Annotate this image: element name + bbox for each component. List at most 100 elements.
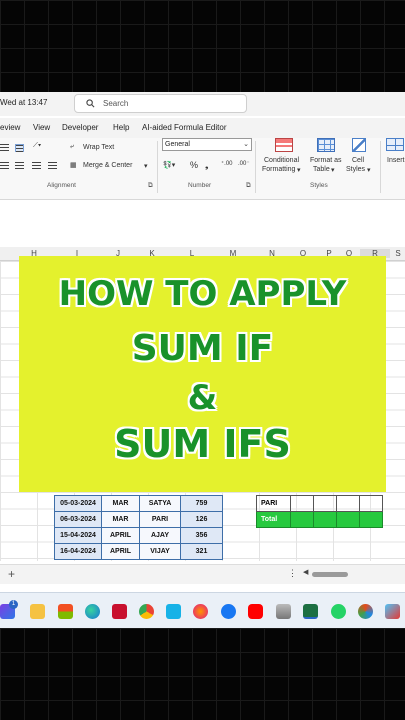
notification-badge: 1 (9, 600, 18, 609)
summary-cell[interactable] (290, 495, 314, 512)
firefox-icon[interactable] (193, 604, 208, 619)
merge-center-button[interactable]: Merge & Center (83, 162, 132, 169)
number-format-select[interactable]: General ⌄ (162, 138, 252, 151)
facebook-icon[interactable] (221, 604, 236, 619)
comma-icon[interactable]: ❟ (205, 160, 209, 171)
cell-name[interactable]: SATYA (139, 495, 181, 512)
chevron-down-icon: ▾ (297, 167, 301, 174)
menu-help[interactable]: Help (113, 123, 129, 132)
cell-amount[interactable]: 126 (180, 511, 223, 528)
menu-review[interactable]: eview (0, 123, 20, 132)
increase-indent-icon[interactable] (48, 162, 57, 170)
whatsapp-icon[interactable] (331, 604, 346, 619)
column-header[interactable]: S (383, 249, 405, 258)
number-group-label: Number (188, 182, 212, 189)
cell-styles-label-2[interactable]: Styles (346, 166, 365, 173)
table-row: Total (256, 511, 383, 528)
format-as-table-label-2[interactable]: Table (313, 166, 330, 173)
menu-ai-formula-editor[interactable]: AI-aided Formula Editor (142, 123, 226, 132)
banner-line-4: SUM IFS (114, 422, 291, 466)
cell-date[interactable]: 15-04-2024 (54, 527, 102, 544)
format-as-table-label-1[interactable]: Format as (310, 157, 342, 164)
snipping-icon[interactable] (358, 604, 373, 619)
menu-view[interactable]: View (33, 123, 50, 132)
decrease-decimal-icon[interactable]: .00⁻ (238, 160, 250, 167)
accounting-format-icon[interactable]: 💱▾ (163, 161, 175, 169)
align-middle-icon[interactable] (15, 144, 24, 152)
conditional-formatting-label-1[interactable]: Conditional (264, 157, 299, 164)
cell-name[interactable]: PARI (139, 511, 181, 528)
cell-styles-icon (352, 138, 366, 152)
windows-taskbar: 1 (0, 592, 405, 628)
menu-developer[interactable]: Developer (62, 123, 98, 132)
number-launcher-icon[interactable]: ⧉ (246, 182, 251, 190)
insert-button[interactable]: Insert (387, 157, 405, 164)
cell-styles-label-1[interactable]: Cell (352, 157, 364, 164)
search-icon (86, 99, 95, 108)
scroll-left-icon[interactable]: ◀ (303, 568, 308, 576)
percent-icon[interactable]: % (190, 160, 198, 170)
edge-icon[interactable] (85, 604, 100, 619)
cell-month[interactable]: MAR (101, 511, 140, 528)
table-row: 05-03-2024 MAR SATYA 759 (54, 495, 223, 512)
photos-icon[interactable] (276, 604, 291, 619)
title-bar: Wed at 13:47 Search (0, 92, 405, 116)
banner-line-3: & (187, 378, 218, 418)
merge-dropdown-icon[interactable]: ▾ (144, 162, 148, 170)
formula-area (0, 202, 405, 248)
more-options-icon[interactable]: ⋮ (288, 568, 297, 579)
excel-icon[interactable] (303, 604, 318, 619)
conditional-formatting-label-2[interactable]: Formatting (262, 166, 295, 173)
store-icon[interactable] (58, 604, 73, 619)
summary-cell[interactable] (359, 511, 383, 528)
decrease-indent-icon[interactable] (32, 162, 41, 170)
cell-amount[interactable]: 321 (180, 543, 223, 560)
increase-decimal-icon[interactable]: ⁺.00 (221, 160, 233, 167)
align-center-icon[interactable] (15, 162, 24, 170)
youtube-icon[interactable] (248, 604, 263, 619)
insert-cells-icon (386, 138, 404, 151)
separator (255, 141, 256, 193)
separator (157, 141, 158, 193)
chrome-icon[interactable] (139, 604, 154, 619)
cell-amount[interactable]: 759 (180, 495, 223, 512)
align-top-icon[interactable] (0, 144, 9, 152)
cell-date[interactable]: 05-03-2024 (54, 495, 102, 512)
summary-cell[interactable] (313, 495, 337, 512)
cell-date[interactable]: 06-03-2024 (54, 511, 102, 528)
summary-cell[interactable] (336, 495, 360, 512)
kodi-icon[interactable] (166, 604, 181, 619)
summary-cell[interactable] (359, 495, 383, 512)
summary-name-cell[interactable]: PARI (256, 495, 291, 512)
align-left-icon[interactable] (0, 162, 9, 170)
mcafee-icon[interactable] (112, 604, 127, 619)
separator (380, 141, 381, 193)
search-box[interactable]: Search (74, 94, 247, 113)
title-banner: HOW TO APPLY SUM IF & SUM IFS (19, 256, 386, 492)
cell-month[interactable]: APRIL (101, 527, 140, 544)
cell-amount[interactable]: 356 (180, 527, 223, 544)
alignment-group-label: Alignment (47, 182, 76, 189)
alignment-launcher-icon[interactable]: ⧉ (148, 182, 153, 190)
app-icon[interactable] (385, 604, 400, 619)
summary-cell[interactable] (290, 511, 314, 528)
chevron-down-icon: ▾ (367, 167, 371, 174)
summary-total-cell[interactable]: Total (256, 511, 291, 528)
orientation-icon[interactable]: ⟋▾ (33, 142, 41, 150)
excel-window: Wed at 13:47 Search eview View Developer… (0, 92, 405, 628)
summary-cell[interactable] (336, 511, 360, 528)
sales-table: 05-03-2024 MAR SATYA 759 06-03-2024 MAR … (54, 495, 223, 560)
cell-month[interactable]: APRIL (101, 543, 140, 560)
cell-date[interactable]: 16-04-2024 (54, 543, 102, 560)
cell-name[interactable]: VIJAY (139, 543, 181, 560)
horizontal-scrollbar[interactable] (312, 572, 348, 577)
add-sheet-icon[interactable]: + (8, 567, 15, 581)
wrap-text-button[interactable]: Wrap Text (83, 144, 114, 151)
file-explorer-icon[interactable] (30, 604, 45, 619)
sheet-tab-bar: + ⋮ ◀ (0, 564, 405, 584)
cell-name[interactable]: AJAY (139, 527, 181, 544)
cell-month[interactable]: MAR (101, 495, 140, 512)
summary-cell[interactable] (313, 511, 337, 528)
merge-center-icon: ▦ (70, 162, 77, 169)
menu-bar: eview View Developer Help AI-aided Formu… (0, 118, 405, 138)
